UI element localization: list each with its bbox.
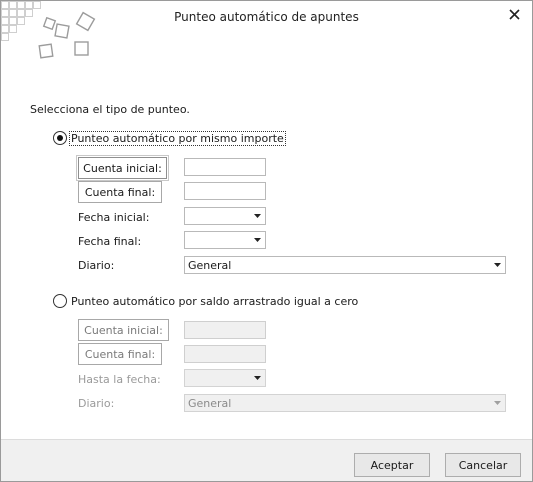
fecha-inicial-label: Fecha inicial:	[78, 211, 150, 224]
diario-label: Diario:	[78, 259, 115, 272]
diario-value: General	[188, 258, 232, 272]
diario-value: General	[188, 396, 232, 410]
dialog-footer: Aceptar Cancelar	[1, 439, 532, 481]
dialog-window: Punteo automático de apuntes Selecciona …	[0, 0, 533, 482]
chevron-down-icon	[249, 370, 265, 386]
accept-button[interactable]: Aceptar	[354, 453, 430, 477]
cuenta-inicial-button[interactable]: Cuenta inicial:	[76, 155, 169, 181]
hasta-fecha-label: Hasta la fecha:	[78, 373, 161, 386]
hasta-fecha-picker	[184, 369, 266, 387]
diario-label-disabled: Diario:	[78, 397, 115, 410]
fecha-final-label: Fecha final:	[78, 235, 142, 248]
cuenta-final-button[interactable]: Cuenta final:	[78, 181, 162, 203]
radio-option-mismo-importe[interactable]: Punteo automático por mismo importe	[53, 130, 286, 146]
chevron-down-icon[interactable]	[489, 257, 505, 273]
chevron-down-icon	[489, 395, 505, 411]
cuenta-final-button-disabled: Cuenta final:	[78, 343, 162, 365]
window-title: Punteo automático de apuntes	[174, 10, 359, 24]
cuenta-inicial-input-disabled	[184, 321, 266, 339]
radio-button[interactable]	[53, 131, 67, 145]
cuenta-final-input[interactable]	[184, 182, 266, 200]
title-bar: Punteo automático de apuntes	[1, 1, 532, 59]
radio-label: Punteo automático por mismo importe	[69, 130, 286, 146]
cuenta-inicial-button-disabled: Cuenta inicial:	[78, 319, 169, 341]
radio-label: Punteo automático por saldo arrastrado i…	[71, 294, 359, 308]
close-icon	[508, 8, 520, 20]
cancel-button[interactable]: Cancelar	[445, 453, 521, 477]
prompt-text: Selecciona el tipo de punteo.	[30, 103, 190, 116]
chevron-down-icon[interactable]	[249, 208, 265, 224]
radio-button[interactable]	[53, 294, 67, 308]
diario-select[interactable]: General	[184, 256, 506, 274]
fecha-inicial-picker[interactable]	[184, 207, 266, 225]
cuenta-final-input-disabled	[184, 345, 266, 363]
radio-option-saldo-cero[interactable]: Punteo automático por saldo arrastrado i…	[53, 294, 359, 308]
chevron-down-icon[interactable]	[249, 232, 265, 248]
cuenta-inicial-label: Cuenta inicial:	[78, 157, 167, 179]
close-button[interactable]	[504, 4, 524, 24]
diario-select-disabled: General	[184, 394, 506, 412]
fecha-final-picker[interactable]	[184, 231, 266, 249]
cuenta-inicial-input[interactable]	[184, 158, 266, 176]
